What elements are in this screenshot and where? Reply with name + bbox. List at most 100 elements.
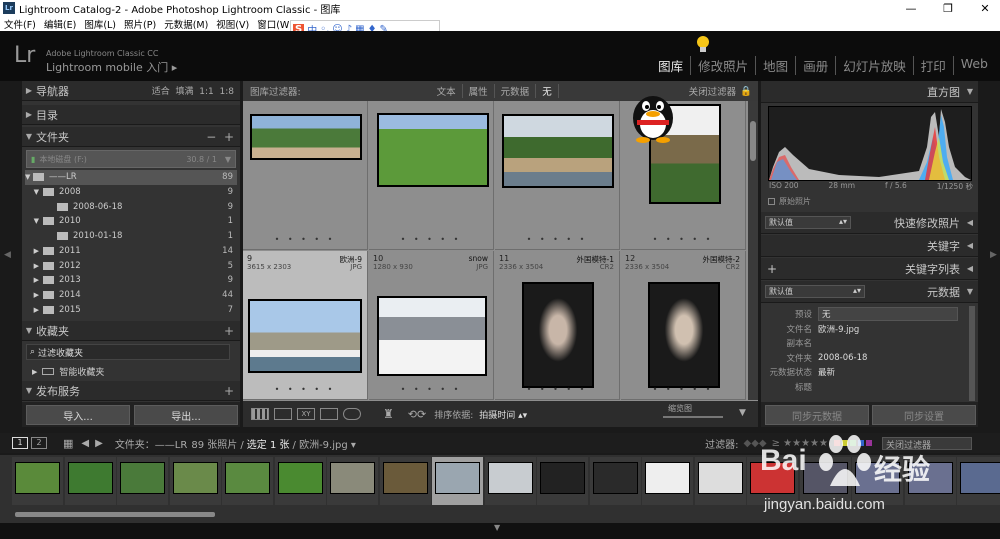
compare-view-icon[interactable]: XY <box>297 408 315 420</box>
folders-header[interactable]: ▼ 文件夹 − + <box>22 127 240 147</box>
quick-develop-preset[interactable]: 默认值 ▴▾ <box>765 216 851 229</box>
keyword-list-header[interactable]: + 关键字列表 ◀ <box>761 258 978 280</box>
survey-view-icon[interactable] <box>320 408 338 420</box>
spray-can-icon[interactable]: ♜ <box>383 407 394 421</box>
metadata-preset[interactable]: 默认值 ▴▾ <box>765 285 865 298</box>
filmstrip-thumb[interactable] <box>12 457 63 505</box>
export-button[interactable]: 导出... <box>134 405 238 425</box>
module-print[interactable]: 打印 <box>914 56 954 75</box>
maximize-button[interactable]: ❐ <box>933 0 963 16</box>
filter-text[interactable]: 文本 <box>431 84 463 98</box>
forward-arrow-icon[interactable]: ▶ <box>95 438 103 449</box>
folder-row[interactable]: 2008-06-18 9 <box>25 199 237 214</box>
filmstrip-thumb[interactable] <box>432 457 483 505</box>
metadata-row[interactable]: 文件名 欧洲-9.jpg <box>761 322 978 336</box>
metadata-row[interactable]: 元数据状态 最新 <box>761 365 978 379</box>
filter-attribute[interactable]: 属性 <box>463 84 495 98</box>
filmstrip-thumb[interactable] <box>537 457 588 505</box>
photo-thumbnail[interactable] <box>248 299 362 373</box>
folder-row[interactable]: ▶ 2011 14 <box>25 244 237 259</box>
photo-thumbnail[interactable] <box>502 114 614 188</box>
menu-edit[interactable]: 编辑(E) <box>40 17 80 31</box>
sync-metadata-button[interactable]: 同步元数据 <box>765 405 869 425</box>
module-develop[interactable]: 修改照片 <box>691 56 757 75</box>
right-panel-toggle-icon[interactable]: ▶ <box>990 250 997 260</box>
rating-dots[interactable]: • • • • • <box>621 385 745 394</box>
filmstrip-thumb[interactable] <box>117 457 168 505</box>
menu-file[interactable]: 文件(F) <box>0 17 40 31</box>
folder-row[interactable]: ▶ 2013 9 <box>25 273 237 288</box>
module-map[interactable]: 地图 <box>756 56 797 75</box>
grid-cell[interactable]: • • • • • <box>369 101 494 250</box>
folder-row[interactable]: ▼ 2010 1 <box>25 214 237 229</box>
grid-cell[interactable]: 10 1280 x 930 snow JPG • • • • • <box>369 251 494 400</box>
publish-header[interactable]: ▼ 发布服务 + <box>22 381 240 401</box>
grid-cell[interactable]: 9 3615 x 2303 欧洲-9 JPG • • • • • <box>243 251 368 400</box>
folder-row[interactable]: ▶ 2015 7 <box>25 302 237 317</box>
add-folder-button[interactable]: + <box>224 130 234 144</box>
menu-view[interactable]: 视图(V) <box>212 17 253 31</box>
folder-row[interactable]: ▼ 2008 9 <box>25 185 237 200</box>
people-view-icon[interactable] <box>343 408 361 420</box>
metadata-header[interactable]: 默认值 ▴▾ 元数据 ▼ <box>761 281 978 303</box>
module-library[interactable]: 图库 <box>651 56 692 75</box>
right-panel-scrollbar[interactable] <box>969 306 975 401</box>
grid-cell[interactable]: • • • • • <box>243 101 368 250</box>
folder-row[interactable]: ▶ 2014 44 <box>25 288 237 303</box>
grid-icon[interactable]: ▦ <box>63 437 73 450</box>
grid-scrollbar[interactable] <box>748 101 758 400</box>
grid-cell[interactable]: • • • • • <box>495 101 620 250</box>
photo-thumbnail[interactable] <box>522 282 594 388</box>
folder-row[interactable]: ▼ ——LR 89 <box>25 170 237 185</box>
keywording-header[interactable]: 关键字 ◀ <box>761 235 978 257</box>
metadata-row[interactable]: 预设无 <box>761 307 978 321</box>
menu-metadata[interactable]: 元数据(M) <box>160 17 212 31</box>
filter-none[interactable]: 无 <box>536 84 559 98</box>
filmstrip-thumb[interactable] <box>274 457 326 505</box>
module-book[interactable]: 画册 <box>796 56 837 75</box>
lock-icon[interactable]: 🔒 <box>740 86 752 97</box>
original-photo-toggle[interactable]: 原始照片 <box>768 196 811 207</box>
volume-bar[interactable]: ▮ 本地磁盘 (F:) 30.8 / 1 ▼ <box>26 150 236 168</box>
nav-1to1[interactable]: 1:1 <box>199 87 213 97</box>
filmstrip-thumb[interactable] <box>484 457 536 505</box>
photo-thumbnail[interactable] <box>648 282 720 388</box>
grid-view-icon[interactable] <box>251 408 269 420</box>
add-collection-button[interactable]: + <box>224 324 234 338</box>
source-label[interactable]: 文件夹：——LR <box>115 436 188 451</box>
rating-dots[interactable]: • • • • • <box>243 385 367 394</box>
photo-thumbnail[interactable] <box>377 296 487 376</box>
sort-select[interactable]: 拍摄时间 ▴▾ <box>479 408 527 421</box>
primary-window-button[interactable]: 1 <box>12 437 28 449</box>
selected-file[interactable]: / 欧洲-9.jpg ▾ <box>293 436 356 451</box>
filmstrip-thumb[interactable] <box>169 457 221 505</box>
catalog-header[interactable]: ▶ 目录 <box>22 105 240 125</box>
folder-row[interactable]: 2010-01-18 1 <box>25 229 237 244</box>
module-slideshow[interactable]: 幻灯片放映 <box>836 56 914 75</box>
filmstrip-scrollbar[interactable] <box>15 512 215 517</box>
nav-fit[interactable]: 适合 <box>152 87 170 97</box>
sync-settings-button[interactable]: 同步设置 <box>872 405 976 425</box>
filmstrip-thumb[interactable] <box>379 457 431 505</box>
rating-dots[interactable]: • • • • • <box>495 385 619 394</box>
filmstrip-thumb[interactable] <box>694 457 746 505</box>
bottom-panel-toggle[interactable]: ▼ <box>0 523 1000 539</box>
menu-library[interactable]: 图库(L) <box>80 17 120 31</box>
filmstrip-thumb[interactable] <box>64 457 116 505</box>
import-button[interactable]: 导入... <box>26 405 130 425</box>
collection-filter-input[interactable]: ⌕ 过滤收藏夹 <box>26 344 230 360</box>
rating-dots[interactable]: • • • • • <box>621 235 745 244</box>
rating-dots[interactable]: • • • • • <box>369 385 493 394</box>
remove-folder-button[interactable]: − <box>206 130 216 144</box>
nav-fill[interactable]: 填满 <box>176 87 194 97</box>
metadata-row[interactable]: 副本名 <box>761 336 978 350</box>
filmstrip-thumb[interactable] <box>222 457 273 505</box>
back-arrow-icon[interactable]: ◀ <box>81 438 89 449</box>
close-button[interactable]: ✕ <box>970 0 1000 16</box>
photo-thumbnail[interactable] <box>377 113 489 187</box>
secondary-window-button[interactable]: 2 <box>31 437 47 449</box>
menu-photo[interactable]: 照片(P) <box>120 17 160 31</box>
nav-1to8[interactable]: 1:8 <box>220 87 234 97</box>
collections-header[interactable]: ▼ 收藏夹 + <box>22 321 240 341</box>
metadata-row[interactable]: 标题 <box>761 380 978 394</box>
